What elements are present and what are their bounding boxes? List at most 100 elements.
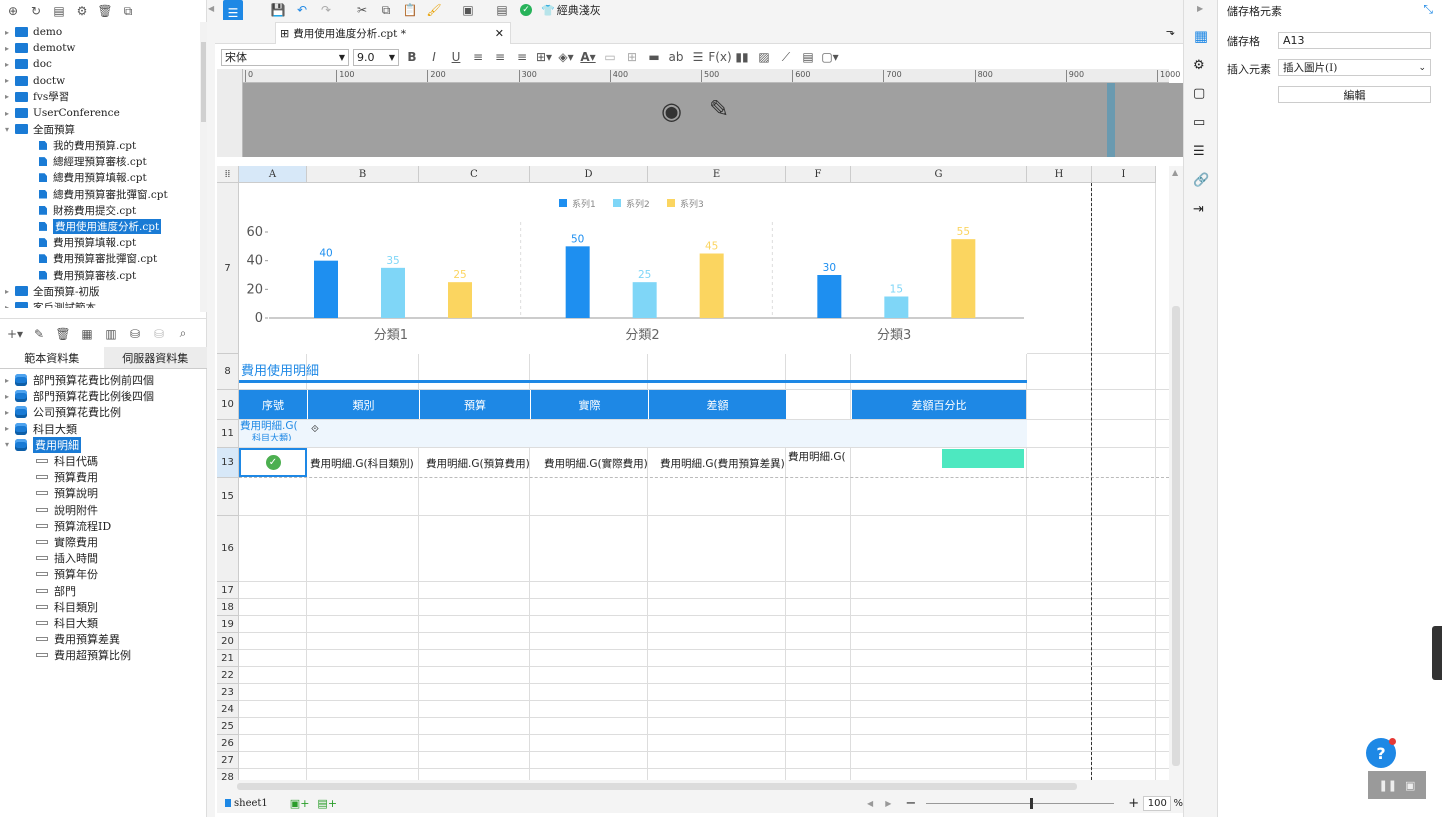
add-poly-sheet-icon[interactable]: ▤+ bbox=[317, 797, 337, 810]
add-sheet-icon[interactable]: ▣+ bbox=[290, 797, 310, 810]
dataset-field[interactable]: 預算費用 bbox=[0, 469, 98, 485]
copy-icon[interactable]: ⧉ bbox=[119, 2, 137, 20]
chevron-right-icon[interactable]: ▸ bbox=[3, 392, 11, 401]
row-header-22[interactable]: 22 bbox=[217, 667, 239, 684]
expand-icon[interactable]: ⟐ bbox=[311, 424, 319, 435]
database-icon[interactable]: ⛁ bbox=[126, 325, 144, 343]
row-header-28[interactable]: 28 bbox=[217, 769, 239, 780]
dataset-field[interactable]: 預算說明 bbox=[0, 485, 98, 501]
dataset-item[interactable]: ▾ 費用明細 bbox=[0, 436, 81, 453]
paste-icon[interactable]: 📋 bbox=[401, 1, 419, 19]
tree-folder[interactable]: ▾ 全面預算 bbox=[0, 121, 75, 137]
tree-file[interactable]: 總費用預算填報.cpt bbox=[0, 170, 147, 186]
horizontal-scrollbar[interactable] bbox=[217, 780, 1183, 793]
row-header-24[interactable]: 24 bbox=[217, 701, 239, 718]
format-painter-icon[interactable]: 🖌 bbox=[425, 1, 443, 19]
chart-icon[interactable]: ▮▮ bbox=[733, 48, 751, 66]
cell-f13[interactable]: 費用明細.G( bbox=[788, 448, 851, 464]
collapse-arrow-icon[interactable]: ▶ bbox=[1197, 4, 1203, 13]
font-size-select[interactable]: 9.0 ▼ bbox=[353, 48, 399, 66]
text-icon[interactable]: ab bbox=[667, 48, 685, 66]
refresh-icon[interactable]: ↻ bbox=[27, 2, 45, 20]
row-header-21[interactable]: 21 bbox=[217, 650, 239, 667]
column-header-f[interactable]: F bbox=[786, 166, 851, 183]
row-header-20[interactable]: 20 bbox=[217, 633, 239, 650]
dataset-field[interactable]: 說明附件 bbox=[0, 502, 98, 518]
close-icon[interactable]: ✕ bbox=[495, 27, 504, 40]
column-header-a[interactable]: A bbox=[239, 166, 307, 183]
chevron-right-icon[interactable]: ▸ bbox=[3, 44, 11, 53]
insert-select[interactable]: 插入圖片(I) ⌄ bbox=[1278, 59, 1431, 76]
chevron-right-icon[interactable]: ▸ bbox=[3, 424, 11, 433]
zoom-input[interactable]: 100 bbox=[1143, 795, 1172, 811]
bold-icon[interactable]: B bbox=[403, 48, 421, 66]
copy-icon[interactable]: ⧉ bbox=[377, 1, 395, 19]
chevron-right-icon[interactable]: ▸ bbox=[3, 408, 11, 417]
tree-file[interactable]: 費用預算審批彈窗.cpt bbox=[0, 251, 157, 267]
hyperlink-icon[interactable]: 🔗 bbox=[1193, 173, 1209, 188]
widget-icon[interactable]: ▭ bbox=[1193, 115, 1205, 130]
row-header-11[interactable]: 11 bbox=[217, 420, 239, 448]
tree-folder[interactable]: ▸ doctw bbox=[0, 73, 65, 89]
row-header-18[interactable]: 18 bbox=[217, 599, 239, 616]
fill-color-icon[interactable]: ◈▾ bbox=[557, 48, 575, 66]
zoom-in-icon[interactable]: + bbox=[1128, 796, 1139, 811]
column-header-h[interactable]: H bbox=[1027, 166, 1092, 183]
chevron-right-icon[interactable]: ▸ bbox=[3, 92, 11, 101]
cell-input[interactable]: A13 bbox=[1278, 32, 1431, 49]
progress-bar-cell[interactable] bbox=[942, 449, 1024, 468]
slash-icon[interactable]: ⟋ bbox=[777, 48, 795, 66]
corner-cell[interactable]: ⁞⁞ bbox=[217, 166, 239, 183]
tab-server-dataset[interactable]: 伺服器資料集 bbox=[103, 347, 207, 368]
underline-icon[interactable]: U bbox=[447, 48, 465, 66]
cell-a11[interactable]: 費用明細.G( 科目大類) bbox=[240, 420, 307, 448]
border-icon[interactable]: ⊞▾ bbox=[535, 48, 553, 66]
help-button[interactable]: ? bbox=[1366, 738, 1396, 768]
align-center-icon[interactable]: ≡ bbox=[491, 48, 509, 66]
dataset-field[interactable]: 科目大類 bbox=[0, 615, 98, 631]
row-header-25[interactable]: 25 bbox=[217, 718, 239, 735]
align-left-icon[interactable]: ≡ bbox=[469, 48, 487, 66]
tree-folder[interactable]: ▸ demotw bbox=[0, 40, 75, 56]
dataset-field[interactable]: 科目類別 bbox=[0, 599, 98, 615]
chevron-right-icon[interactable]: ▸ bbox=[3, 28, 11, 37]
column-header-b[interactable]: B bbox=[307, 166, 419, 183]
zoom-out-icon[interactable]: − bbox=[905, 796, 916, 811]
column-header-c[interactable]: C bbox=[419, 166, 530, 183]
tree-file[interactable]: 總費用預算審批彈窗.cpt bbox=[0, 186, 168, 202]
font-select[interactable]: 宋体 ▼ bbox=[221, 48, 349, 66]
dataset-field[interactable]: 插入時間 bbox=[0, 550, 98, 566]
row-header-13[interactable]: 13 bbox=[217, 448, 239, 478]
tree-folder[interactable]: ▸ doc bbox=[0, 56, 52, 72]
dataset-item[interactable]: ▸ 科目大類 bbox=[0, 421, 77, 437]
chevron-right-icon[interactable]: ▸ bbox=[3, 109, 11, 118]
doc-tab[interactable]: ⊞ 費用使用進度分析.cpt * ✕ bbox=[275, 22, 511, 44]
insert-cell-icon[interactable]: ▬ bbox=[645, 48, 663, 66]
preview-icon[interactable]: ▦ bbox=[78, 325, 96, 343]
redo-icon[interactable]: ↷ bbox=[317, 1, 335, 19]
settings-icon[interactable]: ⚙ bbox=[73, 2, 91, 20]
tree-folder[interactable]: ▸ 全面預算-初版 bbox=[0, 283, 100, 299]
vertical-scrollbar[interactable]: ▲ bbox=[1169, 166, 1183, 780]
cell-attr-icon[interactable]: ⚙ bbox=[1193, 58, 1205, 73]
theme-button[interactable]: 👕 經典淺灰 bbox=[541, 2, 601, 18]
tree-folder[interactable]: ▸ 客戶測試範本 bbox=[0, 299, 96, 308]
align-right-icon[interactable]: ≡ bbox=[513, 48, 531, 66]
chevron-down-icon[interactable]: ▾ bbox=[3, 125, 11, 134]
tree-folder[interactable]: ▸ demo bbox=[0, 24, 62, 40]
tree-folder[interactable]: ▸ fvs學習 bbox=[0, 89, 69, 105]
dataset-field[interactable]: 費用預算差異 bbox=[0, 631, 120, 647]
edit-button[interactable]: 編輯 bbox=[1278, 86, 1431, 103]
video-overlay[interactable]: ❚❚ ▣ bbox=[1368, 771, 1426, 799]
bar-chart[interactable]: 系列1 系列2 系列3 0 20 40 60 40 35 25 分類1 50 25 45 分類2 30 15 55… bbox=[239, 183, 1027, 354]
picture-icon[interactable]: ▣ bbox=[1405, 779, 1415, 792]
hide-icon[interactable]: ◉ bbox=[661, 97, 682, 125]
row-header-17[interactable]: 17 bbox=[217, 582, 239, 599]
column-header-g[interactable]: G bbox=[851, 166, 1027, 183]
delete-icon[interactable]: 🗑 bbox=[96, 2, 114, 20]
dataset-field[interactable]: 科目代碼 bbox=[0, 453, 98, 469]
add-template-icon[interactable]: ⊕ bbox=[4, 2, 22, 20]
italic-icon[interactable]: I bbox=[425, 48, 443, 66]
grid-view-icon[interactable]: ▤ bbox=[50, 2, 68, 20]
chevron-right-icon[interactable]: ▸ bbox=[3, 76, 11, 85]
